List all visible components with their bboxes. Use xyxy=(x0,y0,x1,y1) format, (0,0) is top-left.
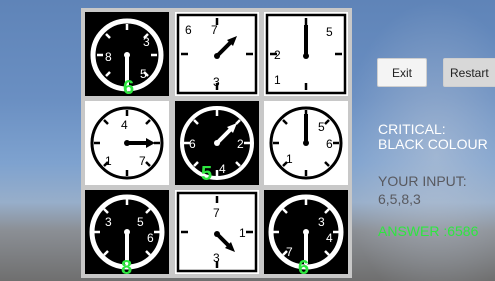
clock-face-9: 3 4 7 6 xyxy=(268,194,344,274)
clock-5-number: 2 xyxy=(237,137,244,151)
restart-button[interactable]: Restart xyxy=(443,58,495,87)
clock-tile-6[interactable]: 5 6 1 xyxy=(264,101,348,185)
clock-face-5: 6 2 4 5 xyxy=(180,106,254,185)
clock-4-number: 1 xyxy=(105,154,112,168)
clock-4-number: 4 xyxy=(121,118,128,132)
clock-tile-3[interactable]: 5 2 1 xyxy=(264,12,348,96)
clock-4-number: 7 xyxy=(139,154,146,168)
your-input-label: YOUR INPUT: xyxy=(378,173,467,189)
clock-tile-8[interactable]: 7 1 3 xyxy=(175,190,259,274)
clock-3-number: 1 xyxy=(274,73,281,87)
clock-tile-4[interactable]: 4 1 7 xyxy=(85,101,169,185)
critical-label: CRITICAL: xyxy=(378,121,446,137)
clock-face-1: 3 5 8 6 xyxy=(90,18,164,96)
clock-6-number: 6 xyxy=(326,137,333,151)
clock-7-highlight-number: 8 xyxy=(121,257,132,274)
clock-3-number: 2 xyxy=(274,48,281,62)
answer-text: ANSWER :6586 xyxy=(378,223,479,239)
clock-5-highlight-number: 5 xyxy=(201,163,212,185)
clock-7-number: 6 xyxy=(147,231,154,245)
clock-tile-1[interactable]: 3 5 8 6 xyxy=(85,12,169,96)
clock-3-number: 5 xyxy=(326,25,333,39)
clock-5-number: 6 xyxy=(189,137,196,151)
clock-9-highlight-number: 6 xyxy=(298,257,309,274)
clock-2-number: 7 xyxy=(211,23,218,37)
your-input-value: 6,5,8,3 xyxy=(378,191,421,207)
clock-2-number: 6 xyxy=(185,23,192,37)
clock-1-number: 5 xyxy=(140,67,147,81)
clock-face-2: 6 7 3 xyxy=(176,13,258,95)
clock-2-number: 3 xyxy=(213,75,220,89)
clock-9-number: 4 xyxy=(326,231,333,245)
clock-tile-5[interactable]: 6 2 4 5 xyxy=(175,101,259,185)
clock-9-number: 3 xyxy=(318,215,325,229)
clock-6-number: 5 xyxy=(318,120,325,134)
clock-8-number: 7 xyxy=(213,206,220,220)
clock-1-number: 3 xyxy=(143,35,150,49)
critical-value: BLACK COLOUR xyxy=(378,136,488,152)
clock-5-number: 4 xyxy=(219,162,226,176)
clock-tile-7[interactable]: 3 5 6 8 xyxy=(85,190,169,274)
clock-face-4: 4 1 7 xyxy=(90,106,164,180)
clock-grid: 3 5 8 6 6 7 3 5 2 1 4 1 7 6 2 4 5 5 6 1 … xyxy=(81,8,352,278)
clock-tile-9[interactable]: 3 4 7 6 xyxy=(264,190,348,274)
clock-1-highlight-number: 6 xyxy=(123,77,134,96)
clock-face-8: 7 1 3 xyxy=(176,191,258,273)
clock-7-number: 3 xyxy=(105,215,112,229)
clock-7-number: 5 xyxy=(137,215,144,229)
clock-face-6: 5 6 1 xyxy=(269,106,343,180)
exit-button[interactable]: Exit xyxy=(377,58,427,87)
clock-6-number: 1 xyxy=(286,152,293,166)
clock-9-number: 7 xyxy=(286,245,293,259)
clock-face-3: 5 2 1 xyxy=(265,13,347,95)
clock-8-number: 3 xyxy=(213,251,220,265)
clock-face-7: 3 5 6 8 xyxy=(89,194,165,274)
clock-1-number: 8 xyxy=(105,50,112,64)
clock-8-number: 1 xyxy=(239,226,246,240)
clock-tile-2[interactable]: 6 7 3 xyxy=(175,12,259,96)
